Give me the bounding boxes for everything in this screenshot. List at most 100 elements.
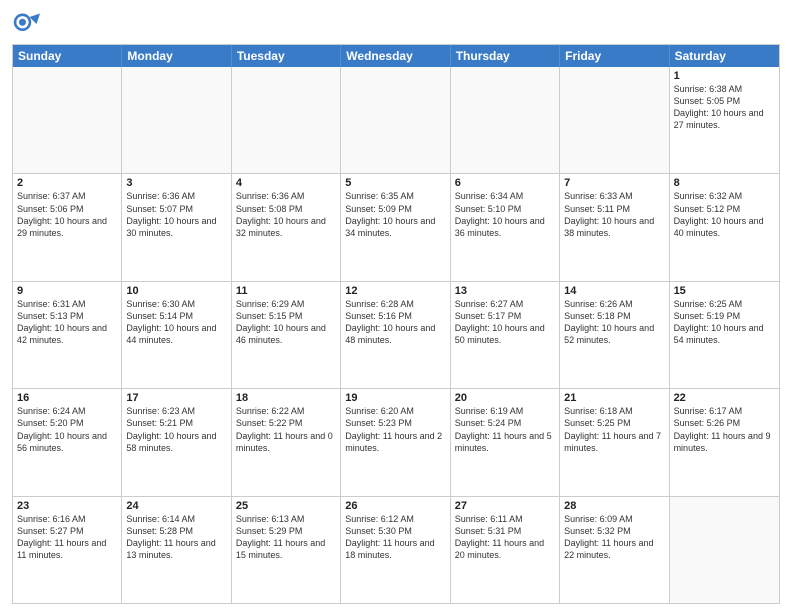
day-info: Sunrise: 6:23 AM Sunset: 5:21 PM Dayligh… (126, 405, 226, 454)
day-info: Sunrise: 6:12 AM Sunset: 5:30 PM Dayligh… (345, 513, 445, 562)
weekday-header: Sunday (13, 45, 122, 67)
day-info: Sunrise: 6:17 AM Sunset: 5:26 PM Dayligh… (674, 405, 775, 454)
calendar-cell: 5Sunrise: 6:35 AM Sunset: 5:09 PM Daylig… (341, 174, 450, 280)
calendar-cell: 16Sunrise: 6:24 AM Sunset: 5:20 PM Dayli… (13, 389, 122, 495)
calendar-row: 2Sunrise: 6:37 AM Sunset: 5:06 PM Daylig… (13, 173, 779, 280)
day-number: 17 (126, 392, 226, 404)
calendar-cell (451, 67, 560, 173)
calendar-cell (670, 497, 779, 603)
calendar-cell: 15Sunrise: 6:25 AM Sunset: 5:19 PM Dayli… (670, 282, 779, 388)
calendar-cell (13, 67, 122, 173)
day-number: 25 (236, 500, 336, 512)
calendar-cell: 19Sunrise: 6:20 AM Sunset: 5:23 PM Dayli… (341, 389, 450, 495)
day-number: 7 (564, 177, 664, 189)
day-info: Sunrise: 6:11 AM Sunset: 5:31 PM Dayligh… (455, 513, 555, 562)
calendar-cell: 26Sunrise: 6:12 AM Sunset: 5:30 PM Dayli… (341, 497, 450, 603)
day-number: 4 (236, 177, 336, 189)
day-number: 3 (126, 177, 226, 189)
day-info: Sunrise: 6:27 AM Sunset: 5:17 PM Dayligh… (455, 298, 555, 347)
calendar-cell: 7Sunrise: 6:33 AM Sunset: 5:11 PM Daylig… (560, 174, 669, 280)
day-number: 1 (674, 70, 775, 82)
calendar-page: SundayMondayTuesdayWednesdayThursdayFrid… (0, 0, 792, 612)
calendar-row: 16Sunrise: 6:24 AM Sunset: 5:20 PM Dayli… (13, 388, 779, 495)
day-number: 23 (17, 500, 117, 512)
weekday-header: Monday (122, 45, 231, 67)
calendar-cell: 21Sunrise: 6:18 AM Sunset: 5:25 PM Dayli… (560, 389, 669, 495)
calendar-row: 9Sunrise: 6:31 AM Sunset: 5:13 PM Daylig… (13, 281, 779, 388)
day-info: Sunrise: 6:19 AM Sunset: 5:24 PM Dayligh… (455, 405, 555, 454)
calendar-cell (232, 67, 341, 173)
calendar-cell: 18Sunrise: 6:22 AM Sunset: 5:22 PM Dayli… (232, 389, 341, 495)
day-number: 27 (455, 500, 555, 512)
calendar-cell: 1Sunrise: 6:38 AM Sunset: 5:05 PM Daylig… (670, 67, 779, 173)
day-number: 28 (564, 500, 664, 512)
day-info: Sunrise: 6:09 AM Sunset: 5:32 PM Dayligh… (564, 513, 664, 562)
day-number: 24 (126, 500, 226, 512)
day-info: Sunrise: 6:34 AM Sunset: 5:10 PM Dayligh… (455, 190, 555, 239)
day-info: Sunrise: 6:22 AM Sunset: 5:22 PM Dayligh… (236, 405, 336, 454)
calendar-header: SundayMondayTuesdayWednesdayThursdayFrid… (13, 45, 779, 67)
calendar-cell: 14Sunrise: 6:26 AM Sunset: 5:18 PM Dayli… (560, 282, 669, 388)
day-info: Sunrise: 6:28 AM Sunset: 5:16 PM Dayligh… (345, 298, 445, 347)
calendar-cell: 12Sunrise: 6:28 AM Sunset: 5:16 PM Dayli… (341, 282, 450, 388)
calendar-cell: 23Sunrise: 6:16 AM Sunset: 5:27 PM Dayli… (13, 497, 122, 603)
calendar-cell: 4Sunrise: 6:36 AM Sunset: 5:08 PM Daylig… (232, 174, 341, 280)
day-info: Sunrise: 6:25 AM Sunset: 5:19 PM Dayligh… (674, 298, 775, 347)
weekday-header: Saturday (670, 45, 779, 67)
calendar-cell: 11Sunrise: 6:29 AM Sunset: 5:15 PM Dayli… (232, 282, 341, 388)
day-info: Sunrise: 6:26 AM Sunset: 5:18 PM Dayligh… (564, 298, 664, 347)
weekday-header: Wednesday (341, 45, 450, 67)
day-number: 8 (674, 177, 775, 189)
logo (12, 10, 44, 38)
day-number: 18 (236, 392, 336, 404)
header (12, 10, 780, 38)
day-number: 10 (126, 285, 226, 297)
day-number: 20 (455, 392, 555, 404)
calendar-row: 1Sunrise: 6:38 AM Sunset: 5:05 PM Daylig… (13, 67, 779, 173)
day-info: Sunrise: 6:35 AM Sunset: 5:09 PM Dayligh… (345, 190, 445, 239)
calendar-body: 1Sunrise: 6:38 AM Sunset: 5:05 PM Daylig… (13, 67, 779, 603)
day-info: Sunrise: 6:24 AM Sunset: 5:20 PM Dayligh… (17, 405, 117, 454)
calendar-cell: 9Sunrise: 6:31 AM Sunset: 5:13 PM Daylig… (13, 282, 122, 388)
calendar-cell: 22Sunrise: 6:17 AM Sunset: 5:26 PM Dayli… (670, 389, 779, 495)
calendar-cell: 20Sunrise: 6:19 AM Sunset: 5:24 PM Dayli… (451, 389, 560, 495)
calendar-cell: 28Sunrise: 6:09 AM Sunset: 5:32 PM Dayli… (560, 497, 669, 603)
day-info: Sunrise: 6:14 AM Sunset: 5:28 PM Dayligh… (126, 513, 226, 562)
calendar-cell: 25Sunrise: 6:13 AM Sunset: 5:29 PM Dayli… (232, 497, 341, 603)
day-number: 2 (17, 177, 117, 189)
day-info: Sunrise: 6:32 AM Sunset: 5:12 PM Dayligh… (674, 190, 775, 239)
calendar-grid: SundayMondayTuesdayWednesdayThursdayFrid… (12, 44, 780, 604)
calendar-cell (122, 67, 231, 173)
calendar-cell: 13Sunrise: 6:27 AM Sunset: 5:17 PM Dayli… (451, 282, 560, 388)
day-number: 5 (345, 177, 445, 189)
calendar-row: 23Sunrise: 6:16 AM Sunset: 5:27 PM Dayli… (13, 496, 779, 603)
day-number: 19 (345, 392, 445, 404)
day-info: Sunrise: 6:37 AM Sunset: 5:06 PM Dayligh… (17, 190, 117, 239)
calendar-cell: 27Sunrise: 6:11 AM Sunset: 5:31 PM Dayli… (451, 497, 560, 603)
day-info: Sunrise: 6:29 AM Sunset: 5:15 PM Dayligh… (236, 298, 336, 347)
weekday-header: Tuesday (232, 45, 341, 67)
calendar-cell: 6Sunrise: 6:34 AM Sunset: 5:10 PM Daylig… (451, 174, 560, 280)
day-number: 26 (345, 500, 445, 512)
day-info: Sunrise: 6:18 AM Sunset: 5:25 PM Dayligh… (564, 405, 664, 454)
day-info: Sunrise: 6:13 AM Sunset: 5:29 PM Dayligh… (236, 513, 336, 562)
weekday-header: Friday (560, 45, 669, 67)
calendar-cell: 3Sunrise: 6:36 AM Sunset: 5:07 PM Daylig… (122, 174, 231, 280)
calendar-cell: 24Sunrise: 6:14 AM Sunset: 5:28 PM Dayli… (122, 497, 231, 603)
calendar-cell: 8Sunrise: 6:32 AM Sunset: 5:12 PM Daylig… (670, 174, 779, 280)
day-number: 14 (564, 285, 664, 297)
weekday-header: Thursday (451, 45, 560, 67)
day-number: 11 (236, 285, 336, 297)
day-info: Sunrise: 6:31 AM Sunset: 5:13 PM Dayligh… (17, 298, 117, 347)
day-info: Sunrise: 6:16 AM Sunset: 5:27 PM Dayligh… (17, 513, 117, 562)
day-number: 16 (17, 392, 117, 404)
logo-icon (12, 10, 40, 38)
day-info: Sunrise: 6:20 AM Sunset: 5:23 PM Dayligh… (345, 405, 445, 454)
calendar-cell: 17Sunrise: 6:23 AM Sunset: 5:21 PM Dayli… (122, 389, 231, 495)
day-number: 9 (17, 285, 117, 297)
day-number: 15 (674, 285, 775, 297)
day-info: Sunrise: 6:36 AM Sunset: 5:08 PM Dayligh… (236, 190, 336, 239)
day-number: 21 (564, 392, 664, 404)
calendar-cell (341, 67, 450, 173)
calendar-cell: 2Sunrise: 6:37 AM Sunset: 5:06 PM Daylig… (13, 174, 122, 280)
